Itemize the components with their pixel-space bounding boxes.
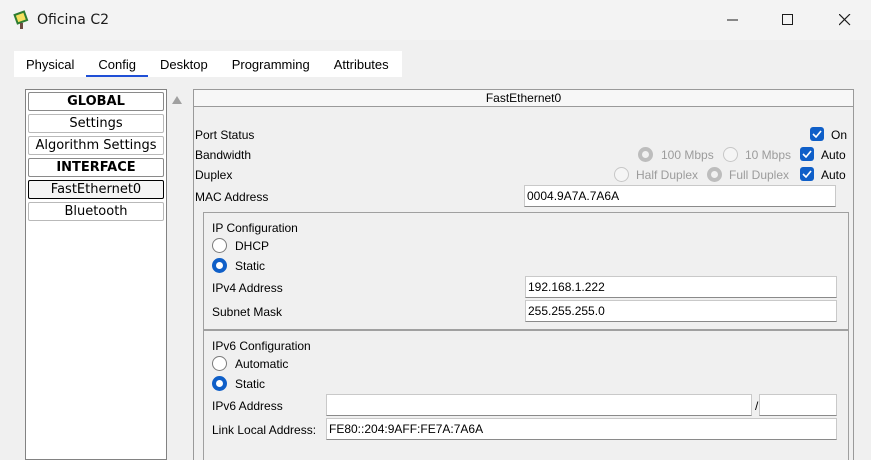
- ipv6-automatic-label: Automatic: [235, 357, 289, 371]
- dhcp-radio[interactable]: [212, 238, 227, 253]
- ipv4-address-label: IPv4 Address: [212, 281, 283, 295]
- sidebar-scrollbar[interactable]: [168, 89, 186, 460]
- checkmark-icon: [812, 130, 822, 138]
- mac-address-label: MAC Address: [195, 190, 269, 204]
- title-bar: Oficina C2: [0, 0, 871, 40]
- ipv6-configuration-title: IPv6 Configuration: [212, 339, 311, 353]
- half-duplex-label: Half Duplex: [636, 168, 699, 182]
- bandwidth-10-radio[interactable]: [723, 147, 738, 162]
- minimize-button[interactable]: [710, 0, 756, 40]
- sidebar-item-algorithm-settings[interactable]: Algorithm Settings: [28, 136, 164, 155]
- sidebar-item-bluetooth[interactable]: Bluetooth: [28, 202, 164, 221]
- scroll-up-icon[interactable]: [172, 96, 182, 104]
- ipv6-prefix-field[interactable]: [759, 394, 837, 416]
- ipv6-configuration-group: IPv6 Configuration Automatic Static IPv6…: [203, 330, 849, 460]
- link-local-address-field[interactable]: FE80::204:9AFF:FE7A:7A6A: [326, 418, 837, 440]
- ipv4-static-radio[interactable]: [212, 258, 227, 273]
- sidebar-header-interface[interactable]: INTERFACE: [28, 158, 164, 177]
- bandwidth-auto-label: Auto: [821, 148, 846, 162]
- port-status-on-label: On: [831, 128, 848, 142]
- port-status-checkbox[interactable]: [810, 127, 824, 141]
- mac-address-field[interactable]: 0004.9A7A.7A6A: [524, 185, 836, 207]
- ip-configuration-group: IP Configuration DHCP Static IPv4 Addres…: [203, 212, 849, 330]
- bandwidth-10-label: 10 Mbps: [745, 148, 792, 162]
- bandwidth-label: Bandwidth: [195, 148, 252, 162]
- sidebar-header-global[interactable]: GLOBAL: [28, 92, 164, 111]
- app-icon: [13, 10, 29, 29]
- full-duplex-label: Full Duplex: [729, 168, 790, 182]
- maximize-button[interactable]: [765, 0, 811, 40]
- ip-configuration-title: IP Configuration: [212, 221, 298, 235]
- prefix-separator: /: [755, 399, 759, 413]
- ipv6-automatic-radio[interactable]: [212, 356, 227, 371]
- link-local-address-label: Link Local Address:: [212, 423, 317, 437]
- tab-physical[interactable]: Physical: [14, 51, 86, 77]
- half-duplex-radio[interactable]: [614, 167, 629, 182]
- bandwidth-100-label: 100 Mbps: [661, 148, 714, 162]
- close-button[interactable]: [822, 0, 868, 40]
- window-title: Oficina C2: [37, 12, 110, 28]
- sidebar-item-fastethernet0[interactable]: FastEthernet0: [28, 180, 164, 199]
- tab-programming[interactable]: Programming: [220, 51, 322, 77]
- panel-title: FastEthernet0: [194, 90, 853, 107]
- bandwidth-auto-checkbox[interactable]: [800, 147, 814, 161]
- duplex-label: Duplex: [195, 168, 233, 182]
- minimize-icon: [727, 19, 738, 21]
- close-icon: [839, 14, 851, 26]
- ipv6-address-label: IPv6 Address: [212, 399, 283, 413]
- ipv6-address-field[interactable]: [326, 394, 752, 416]
- ipv6-static-label: Static: [235, 377, 266, 391]
- bandwidth-100-radio[interactable]: [638, 147, 653, 162]
- tab-attributes[interactable]: Attributes: [322, 51, 401, 77]
- dhcp-label: DHCP: [235, 239, 270, 253]
- checkmark-icon: [802, 170, 812, 178]
- sidebar: GLOBAL Settings Algorithm Settings INTER…: [25, 89, 167, 460]
- tab-desktop[interactable]: Desktop: [148, 51, 220, 77]
- maximize-icon: [782, 14, 793, 25]
- subnet-mask-label: Subnet Mask: [212, 305, 283, 319]
- duplex-auto-label: Auto: [821, 168, 846, 182]
- ipv4-static-label: Static: [235, 259, 266, 273]
- ipv4-address-field[interactable]: 192.168.1.222: [525, 276, 837, 298]
- sidebar-item-settings[interactable]: Settings: [28, 114, 164, 133]
- ipv6-static-radio[interactable]: [212, 376, 227, 391]
- checkmark-icon: [802, 150, 812, 158]
- duplex-auto-checkbox[interactable]: [800, 167, 814, 181]
- interface-panel: FastEthernet0 Port Status On Bandwidth 1…: [193, 89, 854, 460]
- tab-config[interactable]: Config: [86, 51, 148, 77]
- full-duplex-radio[interactable]: [707, 167, 722, 182]
- tab-bar: Physical Config Desktop Programming Attr…: [14, 51, 401, 77]
- port-status-label: Port Status: [195, 128, 255, 142]
- subnet-mask-field[interactable]: 255.255.255.0: [525, 300, 837, 322]
